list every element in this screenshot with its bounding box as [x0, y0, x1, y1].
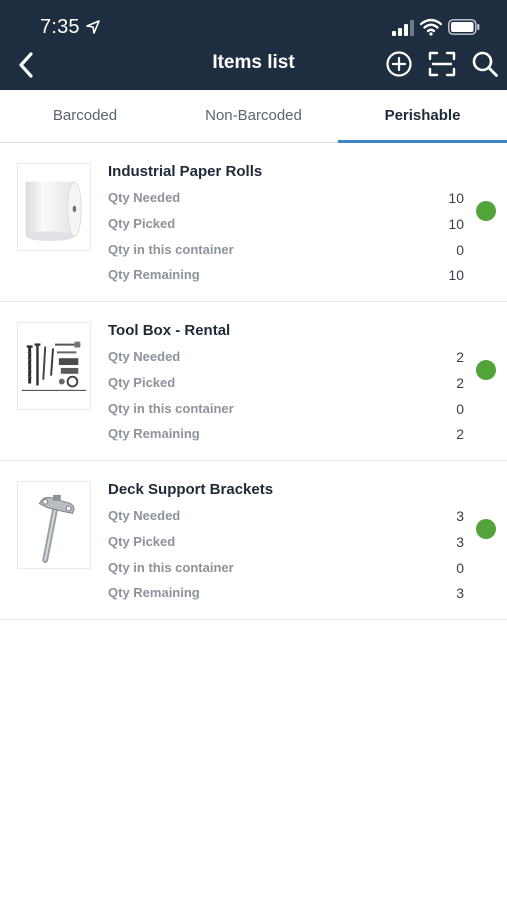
qty-remaining-row: Qty Remaining 3: [108, 585, 464, 605]
qty-picked-value: 2: [456, 375, 464, 391]
tab-perishable[interactable]: Perishable: [338, 90, 507, 142]
qty-container-value: 0: [456, 401, 464, 417]
search-icon[interactable]: [471, 50, 499, 78]
qty-container-row: Qty in this container 0: [108, 401, 464, 421]
paper-roll-icon: [25, 181, 82, 242]
qty-needed-row: Qty Needed 3: [108, 508, 464, 528]
qty-container-value: 0: [456, 560, 464, 576]
qty-container-row: Qty in this container 0: [108, 242, 464, 262]
tab-barcoded[interactable]: Barcoded: [0, 90, 170, 142]
list-item[interactable]: Tool Box - Rental Qty Needed 2 Qty Picke…: [0, 302, 507, 461]
qty-remaining-label: Qty Remaining: [108, 267, 200, 282]
list-item[interactable]: Industrial Paper Rolls Qty Needed 10 Qty…: [0, 143, 507, 302]
qty-needed-row: Qty Needed 2: [108, 349, 464, 369]
qty-remaining-value: 2: [456, 426, 464, 442]
segment-tabs: Barcoded Non-Barcoded Perishable: [0, 90, 507, 143]
battery-icon: [448, 19, 480, 35]
item-name: Deck Support Brackets: [108, 481, 274, 498]
status-time: 7:35: [40, 16, 80, 38]
qty-picked-row: Qty Picked 2: [108, 375, 464, 395]
app-header: 7:35 Items list: [0, 0, 507, 90]
status-indicator-dot: [476, 201, 496, 221]
cellular-signal-icon: [392, 20, 414, 36]
qty-needed-row: Qty Needed 10: [108, 190, 464, 210]
qty-container-label: Qty in this container: [108, 560, 234, 575]
qty-remaining-label: Qty Remaining: [108, 426, 200, 441]
item-thumbnail: [17, 322, 91, 410]
qty-needed-value: 2: [456, 349, 464, 365]
qty-container-row: Qty in this container 0: [108, 560, 464, 580]
qty-remaining-label: Qty Remaining: [108, 585, 200, 600]
item-thumbnail: [17, 481, 91, 569]
status-bar: 7:35: [0, 0, 507, 48]
qty-needed-label: Qty Needed: [108, 190, 181, 205]
qty-picked-value: 10: [448, 216, 464, 232]
qty-container-label: Qty in this container: [108, 401, 234, 416]
qty-picked-value: 3: [456, 534, 464, 550]
qty-needed-label: Qty Needed: [108, 508, 181, 523]
status-indicator-dot: [476, 519, 496, 539]
qty-container-label: Qty in this container: [108, 242, 234, 257]
screws-bolts-icon: [19, 336, 89, 394]
item-name: Industrial Paper Rolls: [108, 163, 263, 180]
qty-container-value: 0: [456, 242, 464, 258]
qty-picked-label: Qty Picked: [108, 534, 176, 549]
qty-needed-label: Qty Needed: [108, 349, 181, 364]
items-list: Industrial Paper Rolls Qty Needed 10 Qty…: [0, 143, 507, 620]
qty-remaining-value: 10: [448, 267, 464, 283]
qty-picked-row: Qty Picked 10: [108, 216, 464, 236]
barcode-scan-icon[interactable]: [428, 50, 456, 78]
qty-needed-value: 3: [456, 508, 464, 524]
add-circle-icon[interactable]: [385, 50, 413, 78]
nav-bar: Items list: [0, 44, 507, 90]
item-name: Tool Box - Rental: [108, 322, 231, 339]
qty-remaining-row: Qty Remaining 2: [108, 426, 464, 446]
qty-remaining-value: 3: [456, 585, 464, 601]
qty-needed-value: 10: [448, 190, 464, 206]
qty-picked-label: Qty Picked: [108, 216, 176, 231]
wifi-icon: [420, 18, 442, 36]
list-item[interactable]: Deck Support Brackets Qty Needed 3 Qty P…: [0, 461, 507, 620]
qty-picked-label: Qty Picked: [108, 375, 176, 390]
item-thumbnail: [17, 163, 91, 251]
qty-picked-row: Qty Picked 3: [108, 534, 464, 554]
tab-non-barcoded[interactable]: Non-Barcoded: [169, 90, 338, 142]
status-indicator-dot: [476, 360, 496, 380]
bracket-pin-icon: [38, 494, 75, 563]
location-arrow-icon: [86, 20, 100, 34]
qty-remaining-row: Qty Remaining 10: [108, 267, 464, 287]
